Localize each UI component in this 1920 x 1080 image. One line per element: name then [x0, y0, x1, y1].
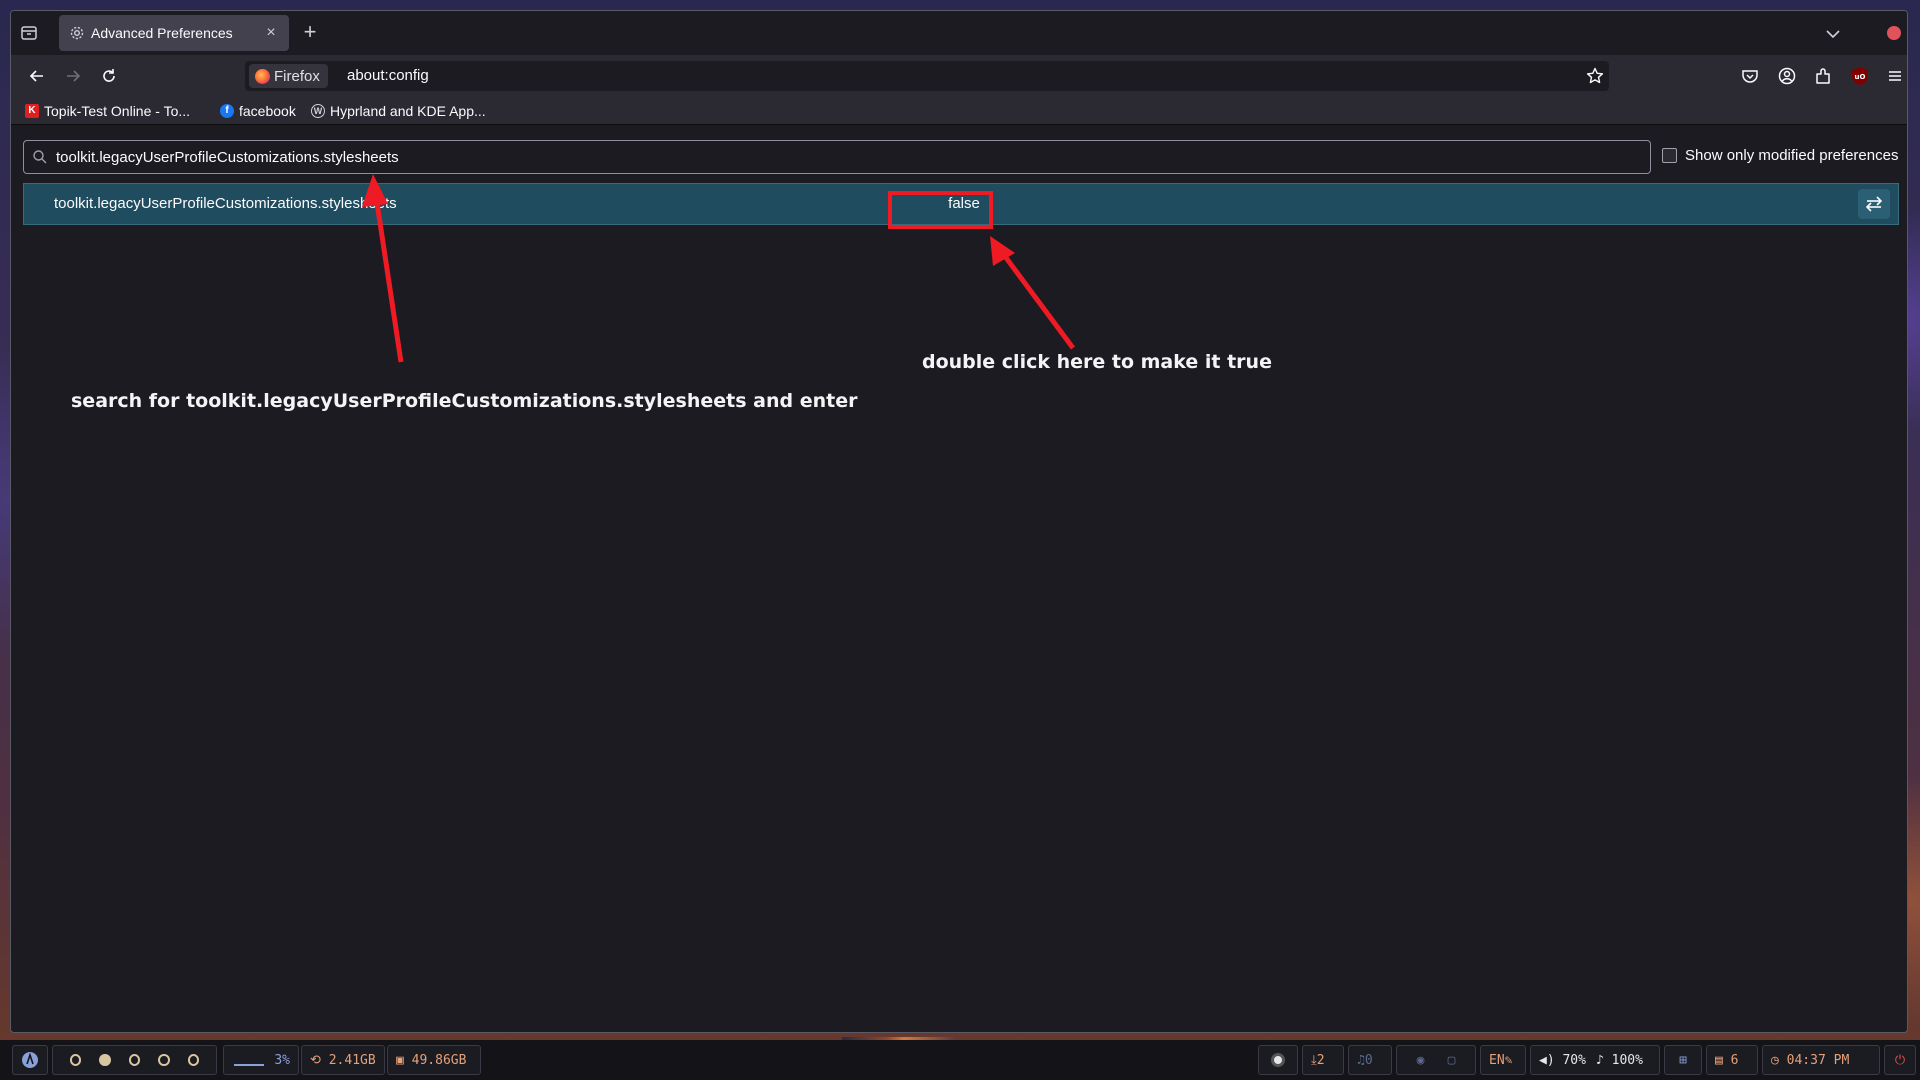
url-text[interactable]: about:config [347, 67, 429, 84]
k-favicon-icon: K [25, 104, 39, 118]
tab-title: Advanced Preferences [91, 25, 233, 41]
show-modified-toggle[interactable]: Show only modified preferences [1662, 147, 1898, 164]
new-tab-icon[interactable]: + [300, 21, 320, 43]
value-highlight-box [888, 191, 993, 229]
facebook-favicon-icon: f [220, 104, 234, 118]
show-modified-checkbox[interactable] [1662, 148, 1677, 163]
media-widget: ◉ ▢ [1396, 1045, 1476, 1075]
preference-name: toolkit.legacyUserProfileCustomizations.… [54, 195, 397, 212]
value-instruction-text: double click here to make it true [922, 351, 1272, 373]
toggle-arrows-icon [1865, 196, 1883, 212]
microphone-icon: ♪ [1595, 1052, 1612, 1068]
network-icon: ⊞ [1679, 1052, 1687, 1068]
system-taskbar: 3% ⟲ 2.41GB ▣ 49.86GB ⤓ 2 ♫ 0 ◉ ▢ EN ✎ ◀… [0, 1040, 1920, 1080]
workspace-dot[interactable] [187, 1054, 200, 1066]
clock-widget[interactable]: ◷ 04:37 PM [1762, 1045, 1880, 1075]
keyboard-layout: EN [1489, 1052, 1505, 1068]
tab-strip: Advanced Preferences × + [11, 11, 1907, 55]
tab-advanced-preferences[interactable]: Advanced Preferences × [59, 15, 289, 51]
extensions-icon[interactable] [1813, 66, 1833, 86]
updates-widget[interactable]: ⤓ 2 [1302, 1045, 1344, 1075]
power-button[interactable]: ⏻ [1884, 1045, 1916, 1075]
cpu-usage: 3% [274, 1052, 290, 1068]
firefox-window: Advanced Preferences × + Firefox about:c… [10, 10, 1908, 1033]
cpu-graph [234, 1064, 264, 1066]
clipboard-count: 6 [1730, 1052, 1739, 1068]
network-widget[interactable]: ⊞ [1664, 1045, 1702, 1075]
memory-icon: ⟲ [310, 1052, 329, 1068]
clock-time: 04:37 PM [1786, 1052, 1850, 1068]
screenshot-icon[interactable]: ▢ [1448, 1053, 1456, 1068]
account-icon[interactable] [1777, 66, 1797, 86]
window-close-dot[interactable] [1887, 26, 1901, 40]
identity-label: Firefox [274, 67, 320, 85]
notifications-count: 0 [1364, 1052, 1373, 1068]
show-modified-label: Show only modified preferences [1685, 147, 1899, 164]
svg-text:uO: uO [1855, 73, 1866, 81]
disk-usage: 49.86GB [411, 1052, 467, 1068]
preference-search-input[interactable]: toolkit.legacyUserProfileCustomizations.… [23, 140, 1651, 174]
bookmark-label: facebook [239, 103, 296, 119]
audio-widget[interactable]: ◀) 70% ♪ 100% [1530, 1045, 1660, 1075]
memory-widget: ⟲ 2.41GB [301, 1045, 385, 1075]
memory-usage: 2.41GB [328, 1052, 376, 1068]
navigation-toolbar: Firefox about:config uO [11, 55, 1907, 97]
bookmark-star-icon[interactable] [1585, 66, 1605, 86]
search-icon [32, 149, 48, 165]
tab-list-icon[interactable] [19, 23, 39, 43]
ublock-origin-icon[interactable]: uO [1851, 66, 1869, 86]
keyboard-layout-widget[interactable]: EN ✎ [1480, 1045, 1526, 1075]
search-instruction-text: search for toolkit.legacyUserProfileCust… [71, 390, 858, 412]
record-icon [1271, 1053, 1285, 1067]
bookmark-topik-test[interactable]: K Topik-Test Online - To... [25, 102, 190, 120]
workspaces [52, 1045, 217, 1075]
notifications-widget[interactable]: ♫ 0 [1348, 1045, 1392, 1075]
workspace-dot[interactable] [158, 1054, 170, 1066]
gear-icon [69, 25, 85, 41]
toggle-button[interactable] [1858, 189, 1890, 219]
volume-icon: ◀) [1539, 1052, 1563, 1068]
pen-icon: ✎ [1504, 1052, 1513, 1068]
wordpress-favicon-icon: W [311, 104, 325, 118]
power-icon: ⏻ [1894, 1052, 1906, 1068]
updates-count: 2 [1316, 1052, 1325, 1068]
record-button[interactable] [1258, 1045, 1298, 1075]
workspace-dot-active[interactable] [99, 1054, 111, 1066]
firefox-logo-icon [255, 68, 270, 84]
bookmarks-toolbar: K Topik-Test Online - To... f facebook W… [11, 97, 1907, 125]
clipboard-icon: ▤ [1715, 1052, 1731, 1068]
forward-arrow-icon[interactable] [63, 66, 83, 86]
close-tab-icon[interactable]: × [263, 25, 279, 41]
search-input-value: toolkit.legacyUserProfileCustomizations.… [56, 149, 399, 166]
launcher-button[interactable] [12, 1045, 48, 1075]
workspace-dot[interactable] [70, 1054, 82, 1066]
clock-icon: ◷ [1771, 1052, 1787, 1068]
bookmark-facebook[interactable]: f facebook [220, 102, 296, 120]
disk-icon: ▣ [396, 1052, 412, 1068]
bookmark-label: Hyprland and KDE App... [330, 103, 486, 119]
volume-level: 70% [1562, 1052, 1586, 1068]
chevron-down-icon[interactable] [1824, 25, 1842, 43]
cpu-widget: 3% [223, 1045, 299, 1075]
bookmark-hyprland-kde[interactable]: W Hyprland and KDE App... [311, 102, 486, 120]
microphone-level: 100% [1611, 1052, 1643, 1068]
workspace-dot[interactable] [128, 1054, 141, 1066]
disk-widget: ▣ 49.86GB [387, 1045, 481, 1075]
back-arrow-icon[interactable] [27, 66, 47, 86]
clipboard-widget[interactable]: ▤ 6 [1706, 1045, 1758, 1075]
reload-icon[interactable] [99, 66, 119, 86]
arch-logo-icon [22, 1052, 38, 1068]
url-bar[interactable]: Firefox about:config [245, 61, 1609, 91]
eye-icon[interactable]: ◉ [1417, 1053, 1425, 1068]
bell-icon: ♫ [1357, 1052, 1365, 1068]
hamburger-menu-icon[interactable] [1885, 66, 1905, 86]
about-config-page: toolkit.legacyUserProfileCustomizations.… [11, 126, 1907, 1032]
identity-box[interactable]: Firefox [249, 64, 328, 88]
pocket-icon[interactable] [1740, 66, 1760, 86]
bookmark-label: Topik-Test Online - To... [44, 103, 191, 119]
